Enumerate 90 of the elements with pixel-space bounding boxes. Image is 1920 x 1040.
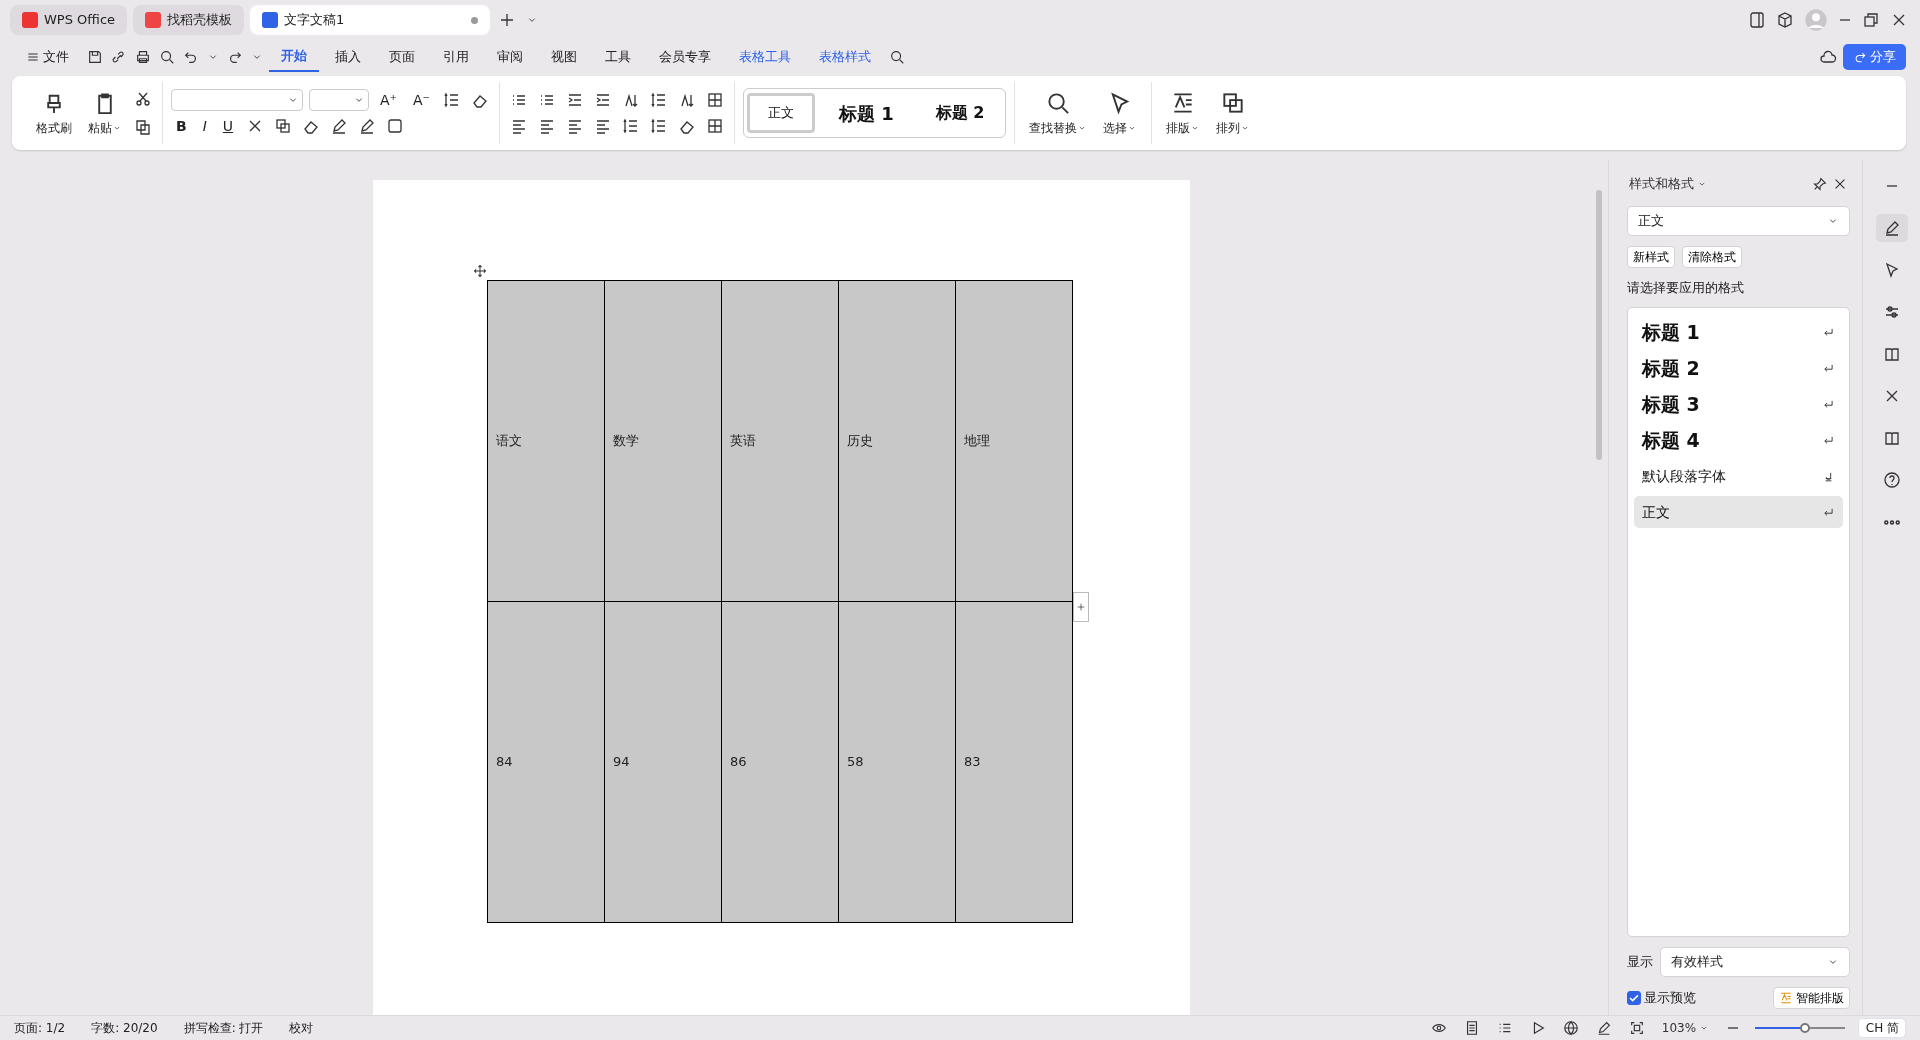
menu-tab[interactable]: 开始 xyxy=(269,42,320,72)
style-list-item[interactable]: 正文 xyxy=(1634,496,1843,528)
redo-icon xyxy=(227,49,244,65)
arrange-button[interactable]: 排列 xyxy=(1210,87,1257,139)
menu-tab[interactable]: 视图 xyxy=(539,43,590,71)
panel-title-menu[interactable]: 样式和格式 xyxy=(1627,172,1710,196)
line-spacing-icon xyxy=(649,117,668,135)
checkbox-label: 显示预览 xyxy=(1644,988,1697,1007)
table-cell: 84 xyxy=(487,601,605,923)
character-shading-icon xyxy=(386,117,405,135)
status-text[interactable]: 字数: 20/20 xyxy=(91,1019,158,1037)
text-style-button[interactable]: I xyxy=(197,115,212,137)
layout-icon xyxy=(1778,990,1793,1005)
cloud-icon xyxy=(1818,48,1837,66)
edit-button[interactable] xyxy=(1875,214,1908,242)
menu-tab[interactable]: 插入 xyxy=(323,43,374,71)
find-button[interactable]: 查找替换 xyxy=(1023,87,1094,139)
table-cell: 英语 xyxy=(721,280,839,602)
show-label: 显示 xyxy=(1627,952,1653,971)
menu-icon xyxy=(26,50,40,64)
cube-icon xyxy=(1776,11,1794,29)
font-size-button[interactable]: A⁺ xyxy=(375,89,402,111)
layout-button[interactable]: 排版 xyxy=(1160,87,1207,139)
save-icon xyxy=(87,49,104,65)
distribute-icon xyxy=(621,117,640,135)
zoom-slider-thumb[interactable] xyxy=(1799,1023,1810,1033)
status-text[interactable]: 校对 xyxy=(289,1019,314,1037)
review-icon xyxy=(1882,429,1901,447)
pin-icon xyxy=(1812,175,1828,192)
borders-icon xyxy=(705,117,724,135)
font-name-field[interactable] xyxy=(171,89,303,111)
menu-tab[interactable]: 工具 xyxy=(593,43,644,71)
layout-icon xyxy=(1748,11,1766,29)
menu-tab[interactable]: 审阅 xyxy=(485,43,536,71)
zoom-level-dropdown[interactable]: 103% xyxy=(1659,1017,1712,1039)
select-button[interactable]: 选择 xyxy=(1097,87,1144,139)
menu-tab[interactable]: 页面 xyxy=(377,43,428,71)
table-cell: 58 xyxy=(838,601,956,923)
table-cell: 83 xyxy=(955,601,1073,923)
show-filter-dropdown[interactable]: 有效样式 xyxy=(1659,946,1850,977)
copy-icon xyxy=(134,118,152,137)
window-tab[interactable]: WPS Office xyxy=(10,5,128,35)
more-icon xyxy=(1883,519,1900,525)
format-painter-button[interactable]: 格式刷 xyxy=(30,87,78,139)
app-logo-icon xyxy=(145,12,162,28)
current-style-dropdown[interactable]: 正文 xyxy=(1627,205,1850,236)
scrollbar-thumb[interactable] xyxy=(1596,190,1602,460)
share-button[interactable]: 分享 xyxy=(1842,44,1906,70)
table-cell: 语文 xyxy=(487,280,605,602)
app-logo-icon xyxy=(22,12,38,28)
window-tab[interactable]: 找稻壳模板 xyxy=(133,5,245,35)
document-logo-icon xyxy=(262,12,279,28)
table-cell: 数学 xyxy=(604,280,722,602)
style-action-button[interactable]: 新样式 xyxy=(1627,245,1675,268)
status-text[interactable]: 拼写检查: 打开 xyxy=(183,1019,264,1037)
window-tab[interactable]: 文字文稿1 xyxy=(250,5,491,35)
table-cell: 历史 xyxy=(838,280,956,602)
text-style-button[interactable]: B xyxy=(171,115,192,137)
preview-checkbox[interactable] xyxy=(1627,990,1641,1005)
share-icon xyxy=(1852,50,1867,64)
search-icon xyxy=(889,49,906,65)
print-preview-icon xyxy=(159,49,176,65)
table-cell: 94 xyxy=(604,601,722,923)
font-size-button[interactable]: A⁻ xyxy=(407,89,435,111)
hint-label: 请选择要应用的格式 xyxy=(1627,278,1745,297)
web-view-icon xyxy=(1562,1020,1579,1036)
menu-tab[interactable]: 会员专享 xyxy=(647,43,724,71)
menu-tab[interactable]: 表格工具 xyxy=(727,43,804,71)
paste-button[interactable]: 粘贴 xyxy=(82,87,128,139)
library-icon xyxy=(1882,345,1901,363)
smart-layout-button[interactable]: 智能排版 xyxy=(1772,986,1850,1009)
fit-page-icon xyxy=(1628,1020,1645,1036)
table-move-handle-icon[interactable] xyxy=(473,264,487,278)
table-cell: 地理 xyxy=(955,280,1073,602)
restore-icon xyxy=(1862,11,1880,29)
style-preset[interactable]: 正文 xyxy=(746,93,815,133)
minimize-icon xyxy=(1838,19,1852,21)
style-action-button[interactable]: 清除格式 xyxy=(1681,245,1742,268)
font-size-field[interactable] xyxy=(309,89,369,111)
menu-tab[interactable]: 引用 xyxy=(431,43,482,71)
text-style-button[interactable]: U xyxy=(217,115,239,137)
print-icon xyxy=(135,49,152,65)
help-icon xyxy=(1882,471,1901,489)
menu-tab[interactable]: 表格样式 xyxy=(807,43,884,71)
plus-icon xyxy=(1076,601,1086,613)
status-text[interactable]: 页面: 1/2 xyxy=(14,1019,66,1037)
avatar-icon xyxy=(1804,8,1828,32)
file-menu[interactable]: 文件 xyxy=(14,43,82,71)
table-cell: 86 xyxy=(721,601,839,923)
unsaved-dot-icon xyxy=(471,16,479,24)
